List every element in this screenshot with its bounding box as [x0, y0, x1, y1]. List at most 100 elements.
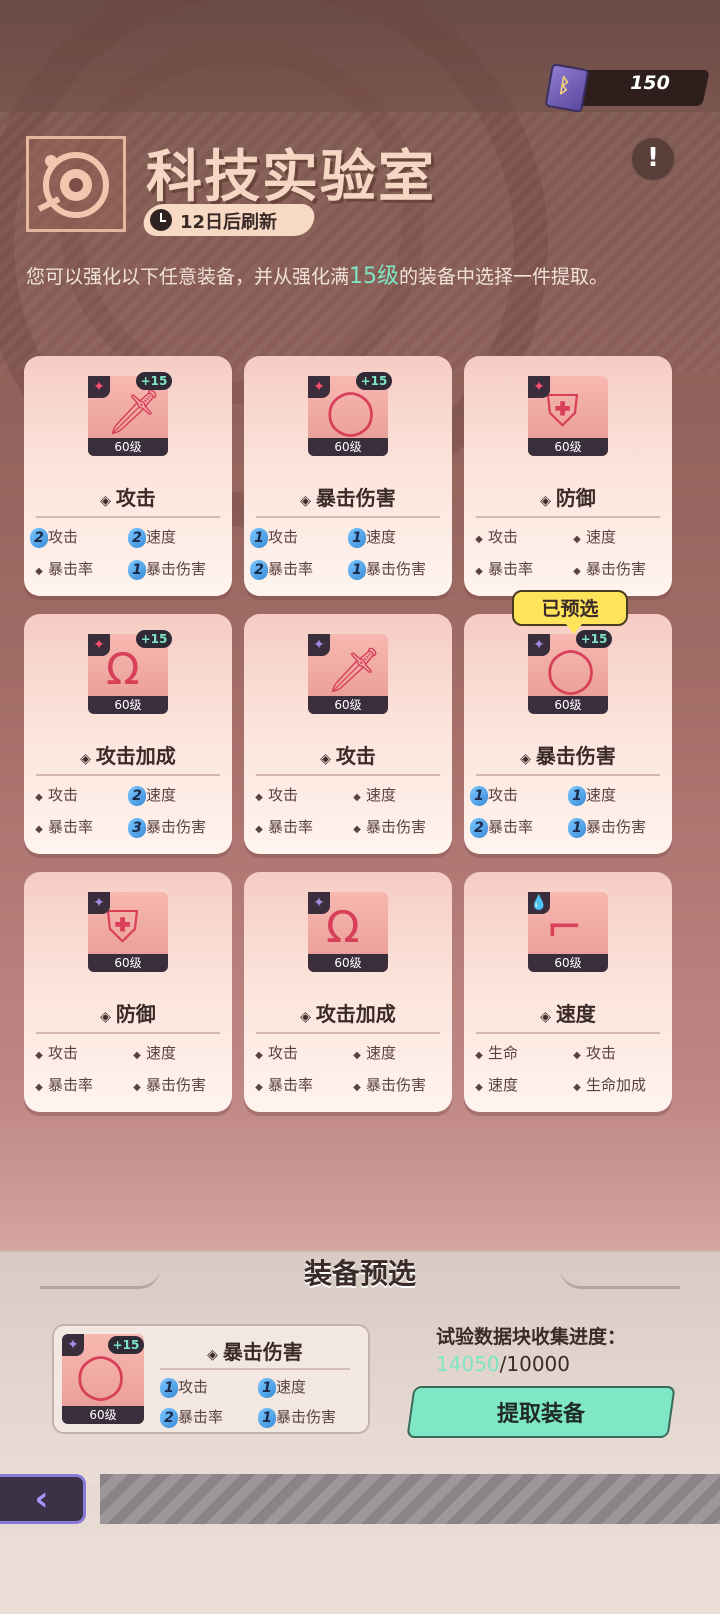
substat: ◆ 攻击 [568, 1042, 616, 1063]
equipment-card[interactable]: ✦ +15 Ω 60级 攻击加成 ◆ 攻击 2速度 ◆ 暴击率 3暴击伤害 [24, 614, 232, 854]
substat: ◆ 暴击伤害 [568, 558, 646, 579]
equipment-card[interactable]: ✦ Ω 60级 攻击加成 ◆ 攻击 ◆ 速度 ◆ 暴击率 ◆ 暴击伤害 [244, 872, 452, 1112]
equipment-card[interactable]: ✦+15 ◯ 60级 暴击伤害1攻击1速度2暴击率1暴击伤害 [244, 356, 452, 596]
description-after: 的装备中选择一件提取。 [399, 266, 609, 288]
substat-label: 暴击伤害 [146, 1076, 207, 1094]
substat-label: 暴击伤害 [366, 560, 427, 578]
substat: ◆ 攻击 [30, 1042, 78, 1063]
substat: 1 攻击 [160, 1376, 208, 1398]
divider [36, 516, 220, 518]
bullet-icon: ◆ [35, 792, 43, 803]
headphones-icon: Ω [106, 644, 140, 695]
substat-label: 攻击 [48, 528, 79, 546]
substat-label: 速度 [146, 528, 177, 546]
bullet-icon: ◆ [255, 824, 263, 835]
substat-label: 速度 [366, 1044, 397, 1062]
substat-label: 攻击 [488, 786, 519, 804]
divider [256, 516, 440, 518]
upgrade-count: 1 [160, 1378, 178, 1398]
substat-label: 攻击 [48, 786, 79, 804]
equipment-card[interactable]: ✦ 🗡 60级 攻击 ◆ 攻击 ◆ 速度 ◆ 暴击率 ◆ 暴击伤害 [244, 614, 452, 854]
upgrade-count: 2 [250, 560, 268, 580]
type-tab-icon: ✦ [308, 376, 330, 398]
substat-label: 暴击伤害 [366, 818, 427, 836]
substat-label: 暴击率 [488, 818, 534, 836]
equipment-card[interactable]: 💧 ⌐ 60级 速度 ◆ 生命 ◆ 攻击 ◆ 速度 ◆ 生命加成 [464, 872, 672, 1112]
substat-label: 攻击 [268, 786, 299, 804]
upgrade-count: 2 [128, 528, 146, 548]
sword-icon: 🗡 [106, 387, 162, 438]
bullet-icon: ◆ [573, 566, 581, 577]
bullet-icon: ◆ [35, 566, 43, 577]
refresh-label: 12日后刷新 [180, 212, 278, 233]
substat: 2 暴击率 [160, 1406, 223, 1428]
description-before: 您可以强化以下任意装备，并从强化满 [26, 266, 350, 288]
substat: ◆ 暴击伤害 [348, 1074, 426, 1095]
substat: ◆ 速度 [348, 1042, 396, 1063]
type-tab-icon: ✦ [528, 634, 550, 656]
substat: ◆ 暴击率 [250, 816, 313, 837]
upgrade-count: 3 [128, 818, 146, 838]
substat: 2 速度 [128, 526, 176, 548]
back-button[interactable]: ‹ [0, 1474, 86, 1524]
progress-current: 14050 [436, 1352, 500, 1376]
type-tab-icon: ✦ [528, 376, 550, 398]
progress-value: 14050/10000 [436, 1352, 570, 1376]
upgrade-count: 2 [470, 818, 488, 838]
divider [256, 774, 440, 776]
equipment-card[interactable]: ✦+15 🗡 60级 攻击2攻击2速度◆暴击率1暴击伤害 [24, 356, 232, 596]
upgrade-count: 2 [160, 1408, 178, 1428]
substat: ◆ 暴击伤害 [128, 1074, 206, 1095]
substat: ◆ 攻击 [250, 1042, 298, 1063]
divider [476, 516, 660, 518]
item-level: 60级 [62, 1406, 144, 1424]
main-stat: 攻击加成 [244, 998, 452, 1027]
item-level: 60级 [88, 438, 168, 456]
bullet-icon: ◆ [353, 824, 361, 835]
lab-logo-icon [26, 136, 126, 232]
enhance-badge: +15 [136, 630, 172, 648]
type-tab-icon: ✦ [88, 376, 110, 398]
substat-label: 暴击伤害 [586, 818, 647, 836]
equipment-card[interactable]: ✦ ⛨ 60级 防御 ◆ 攻击 ◆ 速度 ◆ 暴击率 ◆ 暴击伤害 [24, 872, 232, 1112]
substat: 1 速度 [568, 784, 616, 806]
ring-icon: ◯ [546, 644, 596, 695]
substat-label: 攻击 [48, 1044, 79, 1062]
type-tab-icon: ✦ [88, 634, 110, 656]
substat: ◆ 攻击 [250, 784, 298, 805]
selected-item-icon: ✦ +15 ◯ 60级 [62, 1334, 144, 1424]
substat: ◆ 暴击率 [30, 816, 93, 837]
divider [256, 1032, 440, 1034]
upgrade-count: 1 [568, 818, 586, 838]
divider [476, 1032, 660, 1034]
substat-label: 暴击率 [178, 1408, 224, 1426]
upgrade-count: 1 [348, 528, 366, 548]
extract-button-label[interactable]: 提取装备 [410, 1396, 672, 1428]
substat: ◆ 速度 [128, 1042, 176, 1063]
substat-label: 暴击率 [268, 1076, 314, 1094]
substat-label: 暴击率 [48, 818, 94, 836]
divider [36, 774, 220, 776]
substat-label: 速度 [488, 1076, 519, 1094]
progress-total: /10000 [499, 1352, 570, 1376]
upgrade-count: 2 [128, 786, 146, 806]
equipment-card[interactable]: ✦ ⛨ 60级 防御 ◆ 攻击 ◆ 速度 ◆ 暴击率 ◆ 暴击伤害 [464, 356, 672, 596]
upgrade-count: 1 [128, 560, 146, 580]
upgrade-count: 1 [470, 786, 488, 806]
substat-label: 暴击率 [48, 560, 94, 578]
bullet-icon: ◆ [255, 1050, 263, 1061]
equipment-card[interactable]: ✦+15 ◯ 60级 暴击伤害1攻击1速度2暴击率1暴击伤害 [464, 614, 672, 854]
headphones-icon: Ω [326, 902, 360, 953]
type-tab-icon: ✦ [308, 634, 330, 656]
clock-icon [150, 209, 172, 231]
description-highlight: 15级 [349, 264, 400, 289]
main-stat: 暴击伤害 [244, 482, 452, 511]
substat-label: 暴击伤害 [146, 818, 207, 836]
bottom-area [0, 1530, 720, 1614]
substat-label: 速度 [586, 786, 617, 804]
substat-label: 暴击伤害 [146, 560, 207, 578]
substat: 3 暴击伤害 [128, 816, 206, 838]
substat: ◆ 暴击率 [250, 1074, 313, 1095]
substat: 1 暴击伤害 [348, 558, 426, 580]
info-button[interactable]: ! [630, 136, 676, 182]
